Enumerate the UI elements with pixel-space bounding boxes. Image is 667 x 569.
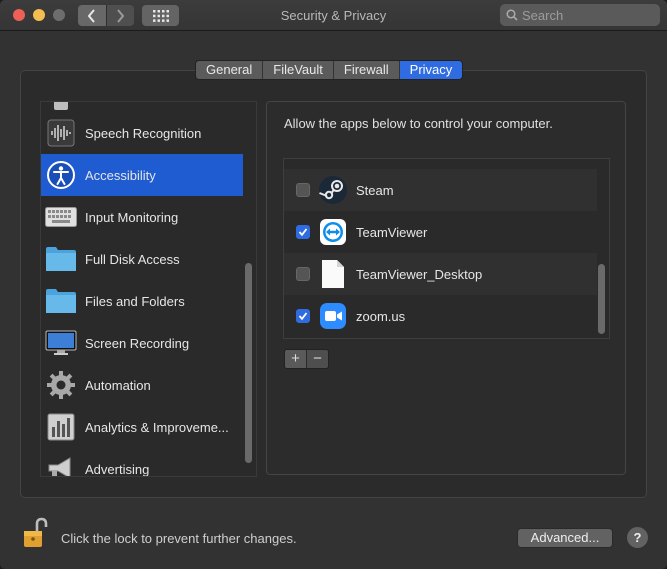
- sidebar-item-label: Input Monitoring: [85, 209, 179, 225]
- teamviewer-desktop-checkbox[interactable]: [296, 267, 310, 281]
- sidebar-item-label: Automation: [85, 377, 151, 393]
- zoom-window-button[interactable]: [53, 9, 65, 21]
- chevron-left-icon: [87, 8, 95, 23]
- keyboard-icon: [44, 200, 78, 234]
- search-icon: [506, 9, 518, 21]
- checkmark-icon: [298, 312, 308, 321]
- megaphone-icon: [44, 452, 78, 476]
- sidebar-item-speech-recognition[interactable]: Speech Recognition: [41, 112, 243, 154]
- search-input[interactable]: [522, 7, 652, 23]
- sidebar-item-advertising[interactable]: Advertising: [41, 448, 243, 477]
- sidebar-item-label: Accessibility: [85, 167, 156, 183]
- close-window-button[interactable]: [13, 9, 25, 21]
- sidebar-item-label: Advertising: [85, 461, 150, 477]
- sidebar-item-label: Screen Recording: [85, 335, 190, 351]
- tab-privacy[interactable]: Privacy: [399, 61, 463, 79]
- sidebar-item-full-disk-access[interactable]: Full Disk Access: [41, 238, 243, 280]
- sidebar-item-analytics[interactable]: Analytics & Improveme...: [41, 406, 243, 448]
- title-bar: Security & Privacy: [0, 0, 667, 31]
- app-row-steam: Steam: [284, 169, 597, 211]
- sidebar-item-accessibility[interactable]: Accessibility: [41, 154, 243, 196]
- folder-icon: [44, 242, 78, 276]
- sidebar-item-label: Files and Folders: [85, 293, 185, 309]
- accessibility-icon: [44, 158, 78, 192]
- lock-message: Click the lock to prevent further change…: [61, 531, 297, 546]
- teamviewer-icon: [318, 217, 348, 247]
- tab-firewall[interactable]: Firewall: [333, 61, 400, 79]
- app-list[interactable]: Steam TeamViewer TeamViewer_Desktop zoom…: [283, 158, 610, 339]
- sidebar-item-files-and-folders[interactable]: Files and Folders: [41, 280, 243, 322]
- add-remove-group: + −: [284, 349, 329, 369]
- security-privacy-window: Security & Privacy General FileVault Fir…: [0, 0, 667, 569]
- gear-icon: [44, 368, 78, 402]
- add-app-button[interactable]: +: [285, 350, 306, 368]
- app-list-scrollbar[interactable]: [598, 264, 605, 334]
- app-icon: [318, 159, 348, 161]
- help-button[interactable]: ?: [627, 527, 648, 548]
- bar-chart-icon: [44, 410, 78, 444]
- folder-icon: [44, 284, 78, 318]
- sidebar-item-automation[interactable]: Automation: [41, 364, 243, 406]
- app-name: TeamViewer_Desktop: [356, 266, 483, 282]
- teamviewer-checkbox[interactable]: [296, 225, 310, 239]
- show-all-button[interactable]: [142, 5, 179, 26]
- sidebar-item-label: Speech Recognition: [85, 125, 202, 141]
- advanced-button[interactable]: Advanced...: [517, 528, 613, 548]
- chevron-right-icon: [117, 8, 125, 23]
- app-name: TeamViewer: [356, 224, 428, 240]
- display-icon: [44, 326, 78, 360]
- list-item-hidden-top[interactable]: [284, 159, 597, 167]
- app-name: zoom.us: [356, 308, 406, 324]
- back-button[interactable]: [78, 5, 106, 26]
- permission-description: Allow the apps below to control your com…: [284, 116, 553, 131]
- sidebar-scrollbar[interactable]: [245, 263, 252, 463]
- remove-app-button[interactable]: −: [306, 350, 328, 368]
- show-all-grid-icon: [152, 9, 169, 22]
- forward-button[interactable]: [105, 5, 134, 26]
- document-icon: [318, 259, 348, 289]
- zoom-checkbox[interactable]: [296, 309, 310, 323]
- waveform-icon: [44, 116, 78, 150]
- sidebar-item-screen-recording[interactable]: Screen Recording: [41, 322, 243, 364]
- app-row-zoom: zoom.us: [284, 295, 597, 337]
- checkmark-icon: [298, 228, 308, 237]
- lock-button[interactable]: [22, 517, 48, 549]
- minimize-window-button[interactable]: [33, 9, 45, 21]
- back-forward-group: [78, 5, 134, 26]
- steam-icon: [318, 175, 348, 205]
- tab-general[interactable]: General: [196, 61, 264, 79]
- tab-bar: General FileVault Firewall Privacy: [195, 60, 464, 80]
- app-row-teamviewer: TeamViewer: [284, 211, 597, 253]
- app-row-teamviewer-desktop: TeamViewer_Desktop: [284, 253, 597, 295]
- sidebar-item-input-monitoring[interactable]: Input Monitoring: [41, 196, 243, 238]
- zoom-camera-icon: [318, 301, 348, 331]
- search-field[interactable]: [500, 4, 660, 26]
- sidebar-item-label: Full Disk Access: [85, 251, 180, 267]
- sidebar-item-label: Analytics & Improveme...: [85, 419, 229, 435]
- tab-filevault[interactable]: FileVault: [263, 61, 334, 79]
- app-name: Steam: [356, 182, 394, 198]
- unlocked-padlock-icon: [24, 517, 48, 547]
- privacy-category-list[interactable]: Speech Recognition Accessibility Input M…: [40, 101, 257, 477]
- steam-checkbox[interactable]: [296, 183, 310, 197]
